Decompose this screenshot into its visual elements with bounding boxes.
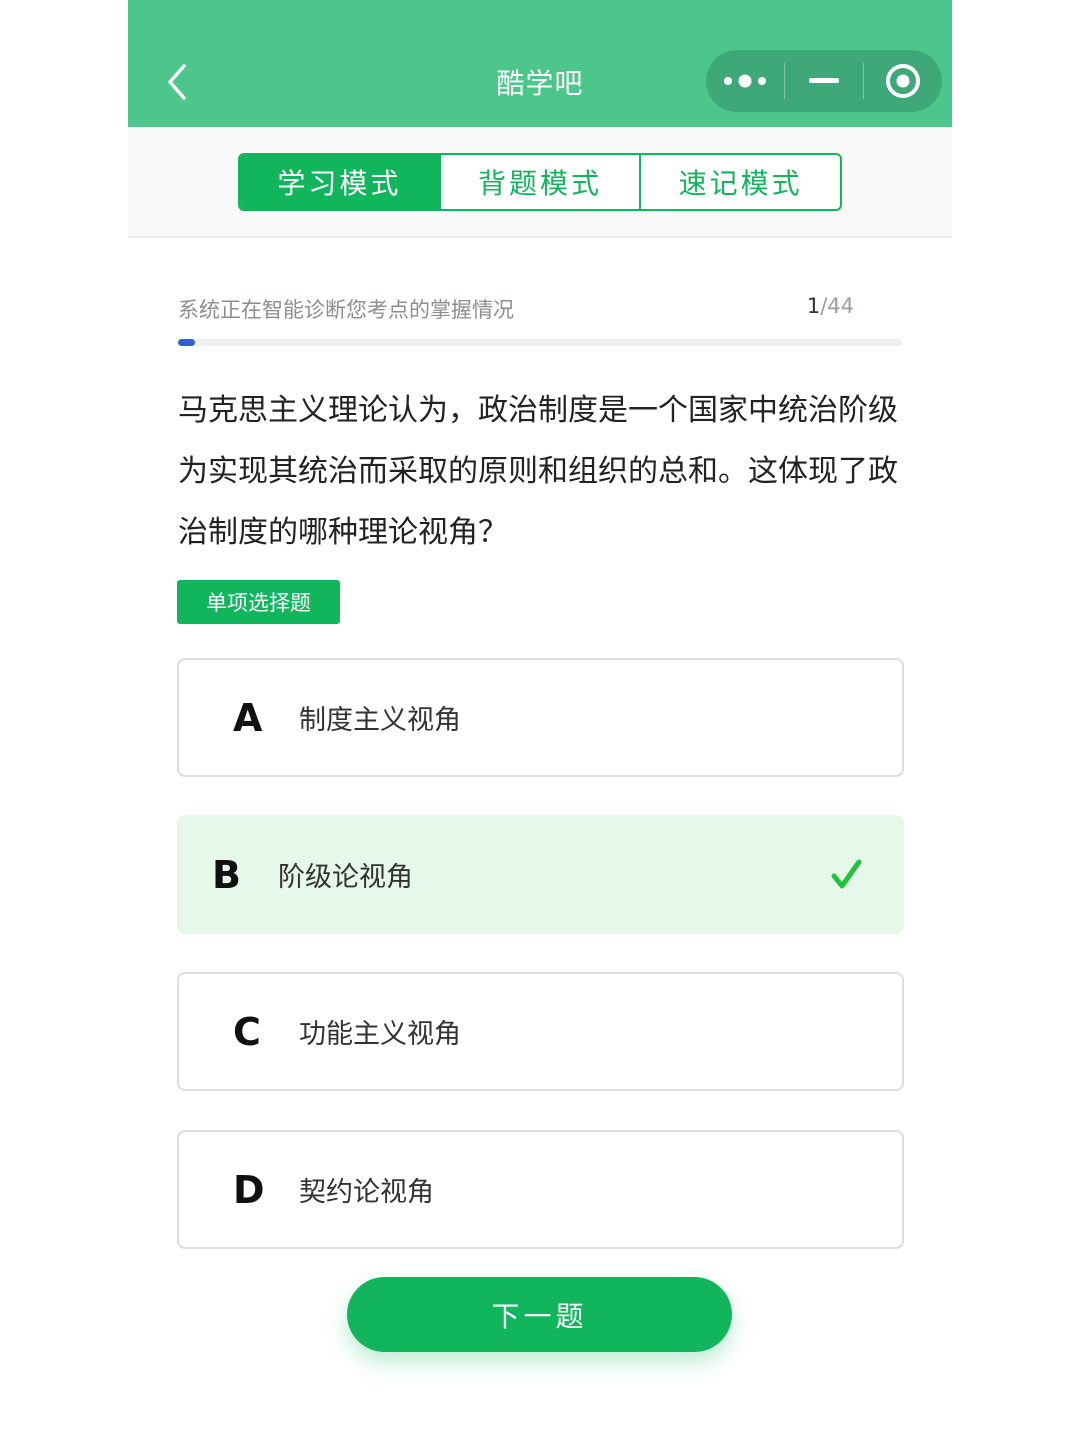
option-letter: D bbox=[233, 1167, 265, 1212]
more-menu-button[interactable] bbox=[706, 50, 784, 112]
more-dots-icon bbox=[724, 74, 766, 88]
option-text: 制度主义视角 bbox=[299, 705, 461, 736]
progress-label: 系统正在智能诊断您考点的掌握情况 bbox=[178, 298, 514, 322]
checkmark-icon bbox=[831, 859, 862, 889]
question-text: 马克思主义理论认为，政治制度是一个国家中统治阶级为实现其统治而采取的原则和组织的… bbox=[178, 393, 898, 550]
progress-current: 1 bbox=[806, 294, 821, 318]
progress-bar bbox=[178, 339, 902, 346]
minimize-button[interactable] bbox=[785, 50, 863, 112]
option-letter: C bbox=[233, 1009, 261, 1054]
tab-study-mode[interactable]: 学习模式 bbox=[240, 155, 441, 209]
question-type-badge: 单项选择题 bbox=[177, 580, 340, 624]
option-d[interactable]: D 契约论视角 bbox=[177, 1130, 904, 1249]
option-text: 阶级论视角 bbox=[278, 862, 413, 893]
option-c[interactable]: C 功能主义视角 bbox=[177, 972, 904, 1091]
option-b[interactable]: B 阶级论视角 bbox=[177, 815, 904, 934]
tab-recite-mode[interactable]: 背题模式 bbox=[441, 155, 642, 209]
close-button[interactable] bbox=[864, 50, 942, 112]
mode-switcher-area: 学习模式 背题模式 速记模式 bbox=[128, 127, 952, 238]
progress-counter: 1/44 bbox=[807, 294, 854, 318]
mini-program-capsule bbox=[706, 50, 942, 112]
next-question-button[interactable]: 下一题 bbox=[347, 1277, 732, 1352]
app-screen: 酷学吧 学习模式 背题模式 速记模式 系统正在智能诊断您考点的掌握情况 1/44… bbox=[128, 0, 952, 1440]
option-letter: A bbox=[233, 695, 263, 740]
option-text: 契约论视角 bbox=[299, 1177, 434, 1208]
minus-icon bbox=[809, 78, 839, 83]
target-circle-icon bbox=[886, 64, 920, 98]
progress-fill bbox=[178, 339, 195, 346]
option-letter: B bbox=[212, 852, 241, 897]
mode-tabs: 学习模式 背题模式 速记模式 bbox=[238, 153, 842, 211]
progress-total: 44 bbox=[827, 294, 854, 318]
tab-quick-memo-mode[interactable]: 速记模式 bbox=[641, 155, 840, 209]
option-text: 功能主义视角 bbox=[299, 1019, 461, 1050]
option-a[interactable]: A 制度主义视角 bbox=[177, 658, 904, 777]
nav-bar: 酷学吧 bbox=[128, 0, 952, 127]
